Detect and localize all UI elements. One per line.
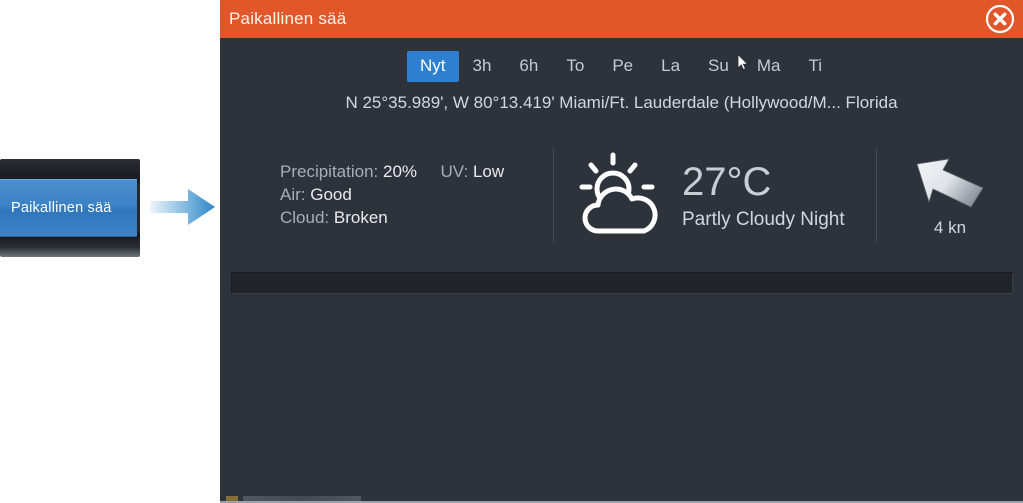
- tab-to[interactable]: To: [552, 51, 598, 82]
- weather-details: Precipitation: 20% UV: Low Air: Good Clo…: [220, 140, 553, 250]
- precipitation-uv-line: Precipitation: 20% UV: Low: [280, 162, 553, 182]
- temperature-value: 27°C: [682, 160, 772, 204]
- location-line: N 25°35.989', W 80°13.419' Miami/Ft. Lau…: [345, 93, 898, 112]
- forecast-scroll-strip[interactable]: [231, 272, 1013, 294]
- local-weather-panel: Paikallinen sää Nyt 3h 6h To Pe La Su Ma…: [220, 0, 1023, 503]
- cloud-value: Broken: [333, 208, 388, 227]
- close-icon[interactable]: [985, 4, 1015, 34]
- uv-value: Low: [472, 162, 505, 181]
- mouse-pointer-icon: [737, 53, 749, 71]
- wind-direction-arrow-icon: [913, 152, 987, 214]
- air-value: Good: [310, 185, 352, 204]
- tab-6h[interactable]: 6h: [505, 51, 552, 82]
- cut-off-bottom-row: [220, 494, 1023, 503]
- wind-speed-value: 4 kn: [933, 218, 967, 237]
- air-line: Air: Good: [280, 185, 553, 205]
- wind-section: 4 kn: [877, 140, 1023, 250]
- current-conditions-row: Precipitation: 20% UV: Low Air: Good Clo…: [220, 140, 1023, 250]
- tab-ma[interactable]: Ma: [743, 51, 795, 82]
- cloud-line: Cloud: Broken: [280, 208, 553, 228]
- cloud-label: Cloud:: [280, 208, 330, 227]
- uv-label: UV:: [440, 162, 469, 181]
- precipitation-value: 20%: [383, 162, 418, 181]
- right-arrow-icon: [150, 186, 216, 228]
- tab-pe[interactable]: Pe: [598, 51, 647, 82]
- condition-text: Partly Cloudy Night: [682, 209, 845, 230]
- air-label: Air:: [280, 185, 306, 204]
- tab-3h[interactable]: 3h: [459, 51, 506, 82]
- menu-callout: Paikallinen sää: [0, 159, 140, 257]
- sun-behind-cloud-icon: [574, 149, 668, 241]
- panel-header: Paikallinen sää: [220, 0, 1023, 38]
- tab-nyt[interactable]: Nyt: [407, 51, 459, 82]
- tab-ti[interactable]: Ti: [794, 51, 836, 82]
- tab-su[interactable]: Su: [694, 51, 743, 82]
- local-weather-menu-button[interactable]: Paikallinen sää: [0, 179, 137, 237]
- forecast-tabs: Nyt 3h 6h To Pe La Su Ma Ti: [220, 51, 1023, 82]
- menu-button-label: Paikallinen sää: [11, 200, 112, 216]
- temperature-block: 27°C Partly Cloudy Night: [682, 159, 845, 231]
- tab-la[interactable]: La: [647, 51, 694, 82]
- precipitation-label: Precipitation:: [280, 162, 379, 181]
- page-title: Paikallinen sää: [229, 9, 347, 28]
- current-weather: 27°C Partly Cloudy Night: [554, 140, 876, 250]
